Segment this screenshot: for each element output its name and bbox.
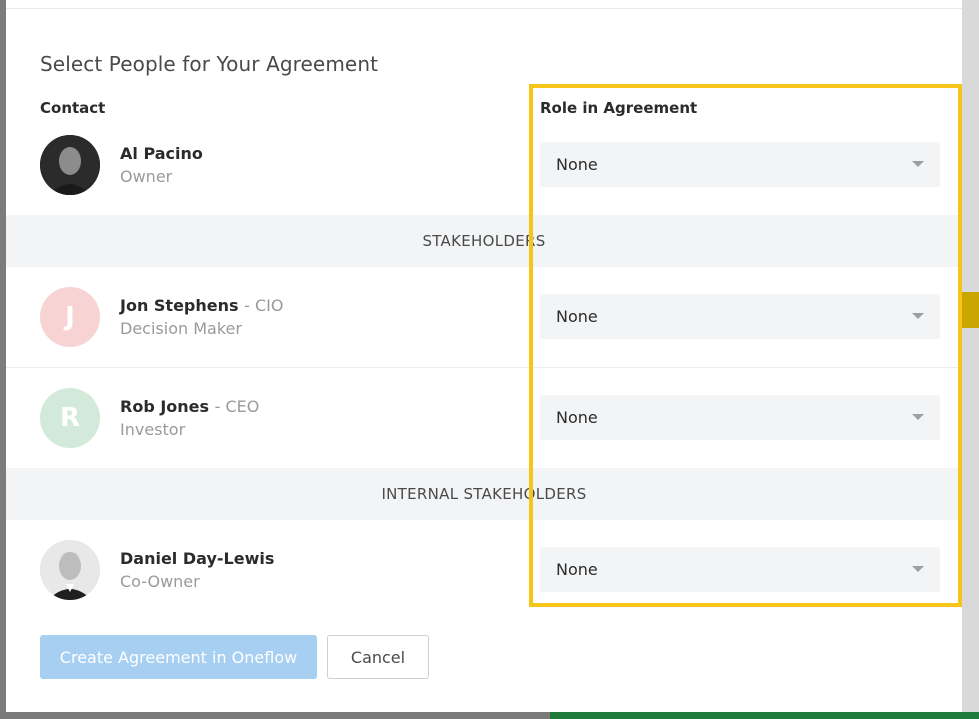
chevron-down-icon: [912, 313, 924, 319]
contact-column-header: Contact: [40, 99, 106, 117]
contact-title: - CEO: [214, 397, 260, 416]
background-app-bottom-green: [550, 712, 979, 719]
background-app-accent: [962, 292, 979, 328]
avatar: R: [40, 388, 100, 448]
role-select[interactable]: None: [540, 395, 940, 440]
role-select-value: None: [556, 560, 598, 579]
contact-row-daniel-day-lewis: Daniel Day-Lewis Co-Owner None: [6, 520, 962, 610]
contact-name: Al Pacino: [120, 144, 203, 163]
role-column-header: Role in Agreement: [540, 99, 698, 117]
avatar: J: [40, 287, 100, 347]
role-select-value: None: [556, 155, 598, 174]
contact-name: Jon Stephens: [120, 296, 239, 315]
select-people-dialog: Select People for Your Agreement Contact…: [6, 0, 962, 712]
contact-name-line: Rob Jones - CEO: [120, 397, 259, 416]
role-select[interactable]: None: [540, 547, 940, 592]
background-app-right: [962, 0, 979, 719]
role-select[interactable]: None: [540, 142, 940, 187]
contact-title: - CIO: [244, 296, 284, 315]
contact-row-rob-jones: R Rob Jones - CEO Investor None: [6, 367, 962, 468]
cancel-button[interactable]: Cancel: [327, 635, 429, 679]
contact-name-line: Jon Stephens - CIO: [120, 296, 283, 315]
avatar: [40, 135, 100, 195]
contact-subrole: Co-Owner: [120, 572, 200, 591]
contact-row-al-pacino: Al Pacino Owner None: [6, 130, 962, 214]
contact-subrole: Owner: [120, 167, 173, 186]
contact-name: Daniel Day-Lewis: [120, 549, 275, 568]
section-internal-stakeholders: INTERNAL STAKEHOLDERS: [6, 468, 962, 520]
role-select-value: None: [556, 307, 598, 326]
person-photo-icon: [40, 540, 100, 600]
dialog-top-divider: [6, 8, 962, 9]
contact-row-jon-stephens: J Jon Stephens - CIO Decision Maker None: [6, 267, 962, 367]
dialog-title: Select People for Your Agreement: [40, 52, 379, 76]
create-agreement-button[interactable]: Create Agreement in Oneflow: [40, 635, 317, 679]
role-select[interactable]: None: [540, 294, 940, 339]
contact-name: Rob Jones: [120, 397, 210, 416]
chevron-down-icon: [912, 161, 924, 167]
background-app-bottom: [0, 712, 550, 719]
avatar: [40, 540, 100, 600]
person-photo-icon: [40, 135, 100, 195]
section-stakeholders: STAKEHOLDERS: [6, 215, 962, 267]
contact-subrole: Decision Maker: [120, 319, 242, 338]
chevron-down-icon: [912, 414, 924, 420]
chevron-down-icon: [912, 566, 924, 572]
contact-subrole: Investor: [120, 420, 186, 439]
role-select-value: None: [556, 408, 598, 427]
